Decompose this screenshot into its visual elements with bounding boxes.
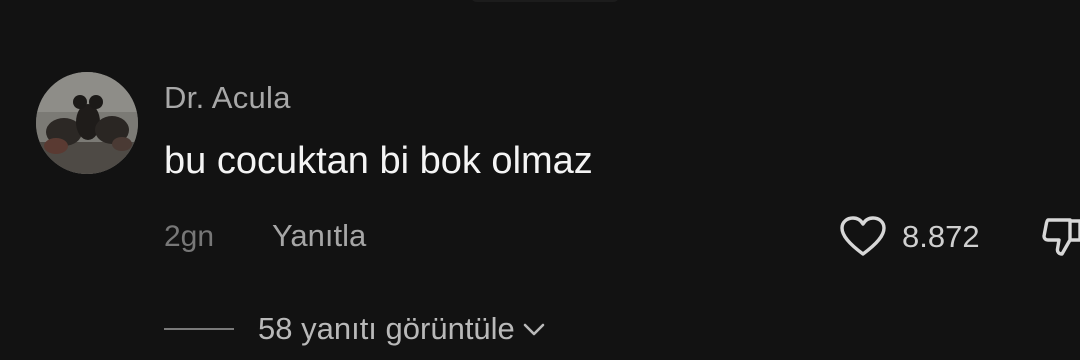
timestamp: 2gn [164,220,215,253]
like-count: 8.872 [902,219,980,254]
thumbs-down-icon[interactable] [1040,214,1080,260]
heart-icon[interactable] [838,214,888,260]
view-replies-label: 58 yanıtı görüntüle [258,311,515,346]
comment-text: bu cocuktan bi bok olmaz [164,140,593,182]
chevron-down-icon [523,323,545,336]
replies-divider [164,328,234,330]
view-replies-button[interactable]: 58 yanıtı görüntüle [164,306,549,352]
like-button[interactable]: 8.872 [838,214,980,260]
username[interactable]: Dr. Acula [164,80,291,116]
comment-item: Dr. Acula bu cocuktan bi bok olmaz 2gn Y… [0,0,1080,360]
avatar-image [36,72,138,174]
avatar[interactable] [36,72,138,174]
reply-button[interactable]: Yanıtla [272,218,366,254]
